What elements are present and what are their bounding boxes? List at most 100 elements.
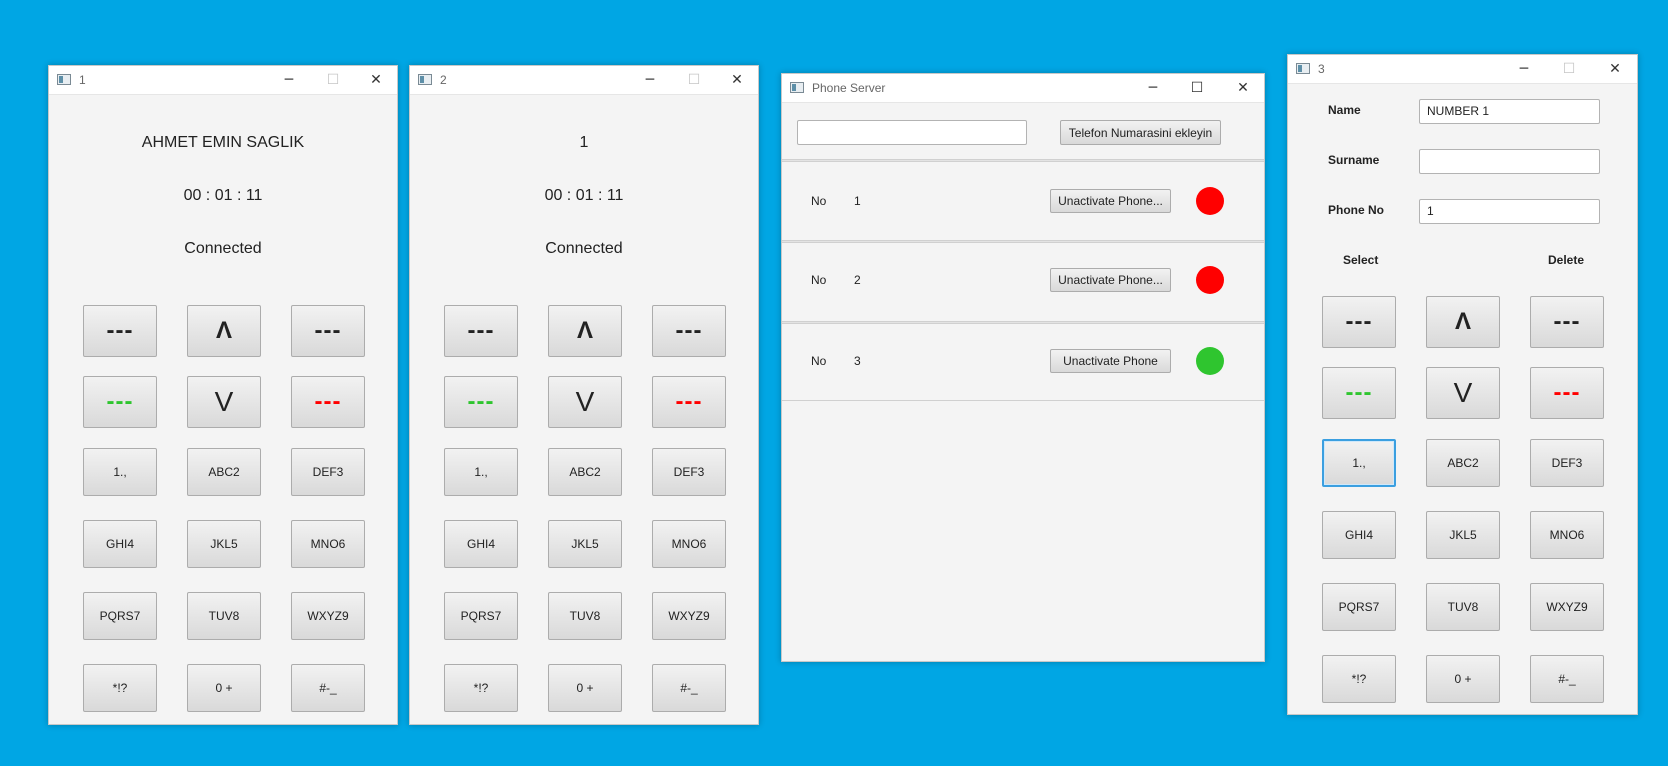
key-label: --- [314,317,342,344]
key-label: WXYZ9 [1546,600,1588,614]
phone-window-2: 2 ─ ☐ ✕ 1 00 : 01 : 11 Connected --- Λ ---… [409,65,759,725]
keypad-key[interactable]: JKL5 [548,520,622,568]
key-label: *!? [112,681,128,695]
close-icon[interactable]: ✕ [715,66,758,94]
soft-key[interactable]: --- [1322,296,1396,348]
app-icon [57,74,71,85]
keypad-key[interactable]: #-_ [291,664,365,712]
keypad-key[interactable]: GHI4 [444,520,518,568]
keypad-key[interactable]: JKL5 [187,520,261,568]
phone-no-field[interactable]: 1 [1419,199,1600,224]
row-no-label: No [811,354,827,368]
minimize-icon[interactable]: ─ [1502,55,1546,83]
keypad-key[interactable]: GHI4 [83,520,157,568]
keypad-key[interactable]: MNO6 [1530,511,1604,559]
up-arrow-key[interactable]: Λ [1426,296,1500,348]
maximize-icon: ☐ [326,72,340,88]
keypad-key[interactable]: PQRS7 [444,592,518,640]
phone-server-window: Phone Server ─ ☐ ✕ Telefon Numarasini ek… [781,73,1265,662]
soft-key[interactable]: --- [291,305,365,357]
keypad-key[interactable]: GHI4 [1322,511,1396,559]
key-label: TUV8 [208,609,240,623]
title-bar[interactable]: 1 ─ ☐ ✕ [49,66,397,95]
keypad-key[interactable]: 0 + [187,664,261,712]
key-label: #-_ [319,681,337,695]
keypad-key[interactable]: 1., [1322,439,1396,487]
key-label: --- [1553,308,1581,335]
keypad-key[interactable]: *!? [1322,655,1396,703]
keypad-key[interactable]: PQRS7 [1322,583,1396,631]
keypad-key[interactable]: DEF3 [1530,439,1604,487]
keypad-key[interactable]: ABC2 [548,448,622,496]
keypad-key[interactable]: WXYZ9 [652,592,726,640]
title-bar[interactable]: 3 ─ ☐ ✕ [1288,55,1637,84]
close-icon[interactable]: ✕ [1221,74,1264,102]
end-call-key[interactable]: --- [1530,367,1604,419]
keypad-key[interactable]: PQRS7 [83,592,157,640]
keypad-key[interactable]: DEF3 [652,448,726,496]
keypad-key[interactable]: 1., [83,448,157,496]
phone-number-input[interactable] [797,120,1027,145]
keypad-key[interactable]: #-_ [1530,655,1604,703]
unactivate-phone-button[interactable]: Unactivate Phone... [1050,189,1171,213]
keypad-key[interactable]: 0 + [1426,655,1500,703]
up-arrow-icon: Λ [215,317,232,344]
key-label: DEF3 [1551,456,1583,470]
window-title: 2 [440,73,447,87]
keypad-key[interactable]: TUV8 [1426,583,1500,631]
keypad-key[interactable]: *!? [83,664,157,712]
end-call-key[interactable]: --- [652,376,726,428]
call-key[interactable]: --- [444,376,518,428]
keypad-key[interactable]: WXYZ9 [1530,583,1604,631]
key-label: TUV8 [569,609,601,623]
down-arrow-key[interactable]: V [1426,367,1500,419]
keypad-key[interactable]: TUV8 [548,592,622,640]
down-arrow-key[interactable]: V [187,376,261,428]
window-title: 1 [79,73,86,87]
up-arrow-key[interactable]: Λ [187,305,261,357]
soft-key[interactable]: --- [444,305,518,357]
minimize-icon[interactable]: ─ [267,66,311,94]
app-icon [790,82,804,93]
soft-key[interactable]: --- [652,305,726,357]
keypad-key[interactable]: TUV8 [187,592,261,640]
phone-row: No 2 Unactivate Phone... [782,243,1264,321]
keypad-key[interactable]: MNO6 [291,520,365,568]
close-icon[interactable]: ✕ [1593,55,1637,83]
maximize-icon[interactable]: ☐ [1175,74,1219,102]
keypad-key[interactable]: ABC2 [1426,439,1500,487]
keypad-key[interactable]: *!? [444,664,518,712]
close-icon[interactable]: ✕ [354,66,397,94]
title-bar[interactable]: 2 ─ ☐ ✕ [410,66,758,95]
surname-field[interactable] [1419,149,1600,174]
key-label: JKL5 [210,537,238,551]
up-arrow-key[interactable]: Λ [548,305,622,357]
unactivate-phone-button[interactable]: Unactivate Phone [1050,349,1171,373]
add-phone-button[interactable]: Telefon Numarasini ekleyin [1060,120,1221,145]
title-bar[interactable]: Phone Server ─ ☐ ✕ [782,74,1264,103]
end-call-key[interactable]: --- [291,376,365,428]
unactivate-phone-button[interactable]: Unactivate Phone... [1050,268,1171,292]
keypad-key[interactable]: JKL5 [1426,511,1500,559]
down-arrow-key[interactable]: V [548,376,622,428]
call-key[interactable]: --- [83,376,157,428]
name-label: Name [1328,103,1361,117]
keypad-key[interactable]: ABC2 [187,448,261,496]
keypad-key[interactable]: WXYZ9 [291,592,365,640]
minimize-icon[interactable]: ─ [628,66,672,94]
minimize-icon[interactable]: ─ [1131,74,1175,102]
key-label: ABC2 [1447,456,1479,470]
row-number: 3 [854,354,861,368]
call-key[interactable]: --- [1322,367,1396,419]
row-number: 1 [854,194,861,208]
keypad-key[interactable]: #-_ [652,664,726,712]
name-field[interactable]: NUMBER 1 [1419,99,1600,124]
soft-key[interactable]: --- [1530,296,1604,348]
keypad-key[interactable]: 0 + [548,664,622,712]
keypad-key[interactable]: MNO6 [652,520,726,568]
keypad-key[interactable]: DEF3 [291,448,365,496]
soft-key[interactable]: --- [83,305,157,357]
key-label: PQRS7 [99,609,141,623]
row-number: 2 [854,273,861,287]
keypad-key[interactable]: 1., [444,448,518,496]
